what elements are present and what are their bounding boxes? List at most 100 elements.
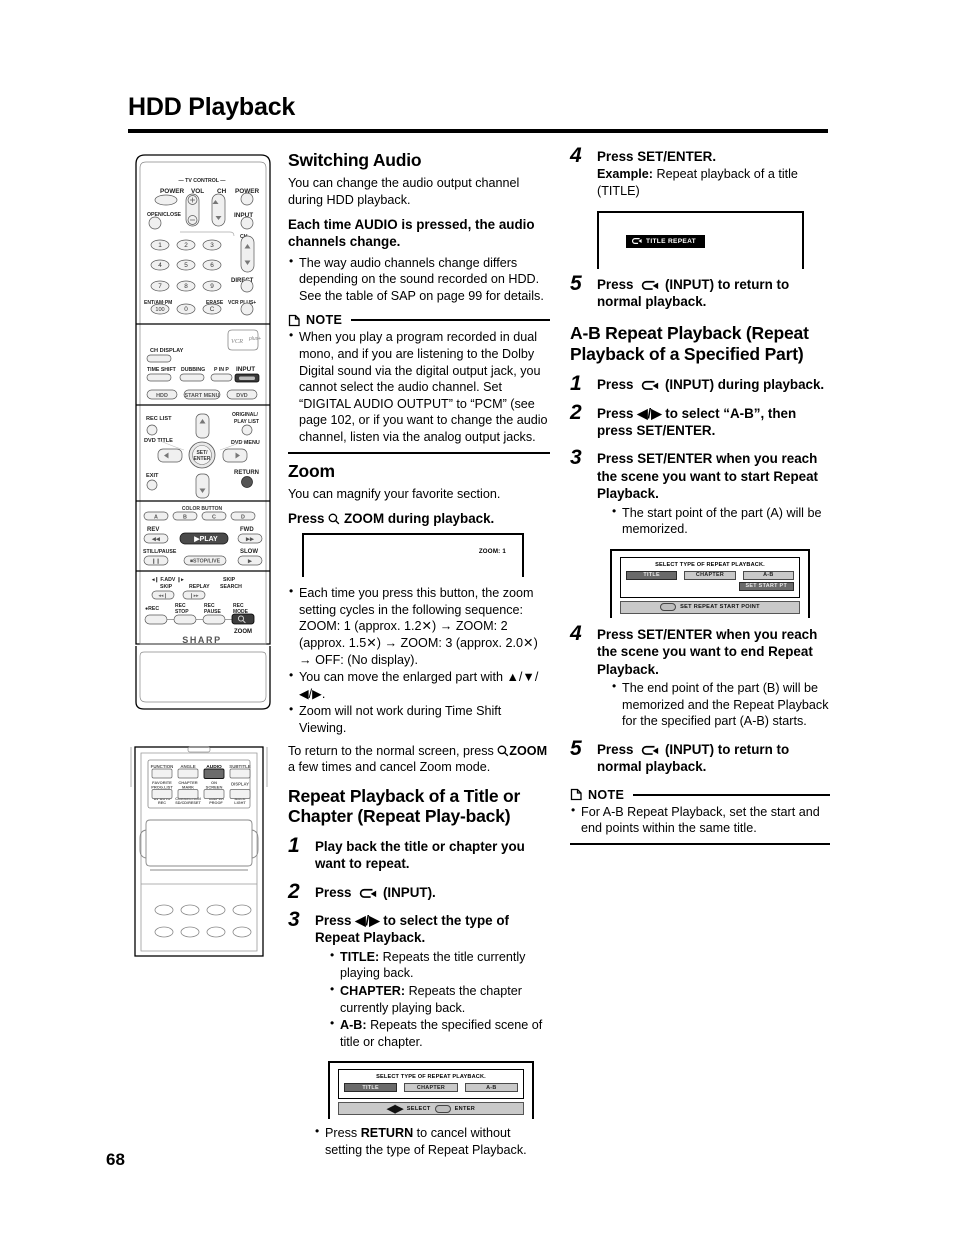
osd-button-title[interactable]: TITLE — [344, 1083, 398, 1093]
step-text-pre: Press — [597, 741, 638, 757]
step-number: 4 — [570, 621, 582, 645]
svg-text:B: B — [183, 515, 187, 521]
step-1: 1 Play back the title or chapter you wan… — [288, 834, 550, 873]
note-page-icon — [570, 789, 582, 801]
osd-button-row: TITLE CHAPTER A-B — [626, 570, 794, 580]
zoom-closing: To return to the normal screen, press ZO… — [288, 743, 550, 776]
svg-text:ORIGINAL/: ORIGINAL/ — [232, 412, 258, 418]
bullet-label: A-B: — [340, 1018, 367, 1033]
step-text: Play back the title or chapter you want … — [315, 838, 525, 872]
svg-text:DVD TITLE: DVD TITLE — [144, 438, 173, 444]
step-text-pre: Press — [597, 377, 638, 393]
closing-post: a few times and cancel Zoom mode. — [288, 760, 491, 775]
lead-pre: Each time — [288, 216, 355, 232]
note-rule — [351, 319, 550, 322]
note-header: NOTE — [570, 788, 830, 802]
closing-pre: Press — [325, 1126, 361, 1141]
osd-header: SELECT TYPE OF REPEAT PLAYBACK. — [655, 561, 765, 568]
bullet-text: Repeats the specified scene of title or … — [340, 1018, 543, 1049]
svg-text:POWER: POWER — [160, 188, 185, 195]
osd-button-chapter[interactable]: CHAPTER — [404, 1083, 458, 1093]
svg-text:START MENU: START MENU — [185, 393, 220, 399]
svg-text:— TV CONTROL —: — TV CONTROL — — [179, 178, 227, 184]
left-right-arrows-icon: ◀▶ — [386, 1103, 403, 1116]
osd-button-title[interactable]: TITLE — [626, 570, 678, 580]
svg-text:STOP: STOP — [175, 609, 189, 615]
svg-text:▶▶: ▶▶ — [245, 537, 255, 543]
input-icon — [641, 381, 659, 390]
lead-post: during playback. — [384, 510, 495, 526]
svg-text:7: 7 — [158, 283, 162, 290]
step-subtext: Example: Repeat playback of a title (TIT… — [597, 166, 830, 199]
svg-text:●REC: ●REC — [145, 606, 159, 612]
bullet-label: CHAPTER: — [340, 984, 406, 999]
audio-button-highlight — [203, 768, 225, 779]
svg-text:SLOW: SLOW — [240, 549, 258, 555]
note-rule — [633, 793, 830, 796]
title-divider — [128, 129, 828, 133]
osd-button-chapter[interactable]: CHAPTER — [684, 570, 736, 580]
svg-text:PROG.LIST: PROG.LIST — [151, 785, 173, 790]
list-item: Zoom will not work during Time Shift Vie… — [288, 702, 550, 736]
note-bullets: When you play a program recorded in dual… — [288, 328, 550, 445]
step-number: 4 — [570, 144, 582, 167]
step-number: 5 — [570, 271, 582, 295]
note-label: NOTE — [588, 787, 625, 802]
osd-button-ab[interactable]: A-B — [464, 1083, 518, 1093]
svg-text:1: 1 — [158, 242, 162, 249]
svg-text:REC: REC — [158, 801, 166, 805]
osd-button-ab[interactable]: A-B — [742, 570, 794, 580]
banner-text: TITLE REPEAT — [646, 237, 697, 245]
magnifier-icon — [497, 745, 509, 756]
enter-button-icon — [660, 603, 677, 612]
note-bottom-rule — [570, 842, 830, 845]
ab-repeat-heading: A-B Repeat Playback (Repeat Playback of … — [570, 323, 809, 364]
osd-footer-bar: SET REPEAT START POINT — [620, 600, 800, 614]
osd-button-set-start-pt[interactable]: SET START PT — [738, 581, 794, 591]
note-label: NOTE — [306, 313, 343, 328]
svg-text:SKIP: SKIP — [223, 577, 236, 583]
list-item: For A-B Repeat Playback, set the start a… — [570, 803, 830, 837]
step-text: Press (INPUT) during playback. — [597, 376, 830, 393]
svg-text:❙▸▸: ❙▸▸ — [189, 593, 199, 599]
svg-text:SD/CD/RESET: SD/CD/RESET — [175, 801, 201, 805]
osd-footer-text: SET REPEAT START POINT — [680, 604, 760, 611]
list-item: A-B: Repeats the specified scene of titl… — [329, 1016, 550, 1050]
bullet-label: TITLE: — [340, 949, 380, 964]
title-repeat-banner: TITLE REPEAT — [626, 234, 706, 248]
svg-text:■STOP/LIVE: ■STOP/LIVE — [190, 559, 221, 565]
return-keyword: RETURN — [360, 1126, 414, 1141]
svg-text:plus+: plus+ — [248, 336, 261, 342]
svg-text:REV: REV — [147, 527, 159, 533]
content-column-1: Switching Audio You can change the audio… — [288, 150, 550, 1165]
svg-text:REPLAY: REPLAY — [189, 584, 210, 590]
repeat-loop-icon — [632, 238, 642, 245]
zoom-lead: Press ZOOM during playback. — [288, 510, 550, 527]
input-icon — [641, 745, 659, 755]
list-item: Press RETURN to cancel without setting t… — [314, 1124, 550, 1158]
step-text: Press (INPUT) to return to normal playba… — [597, 741, 830, 776]
step-text-post: (INPUT). — [379, 884, 436, 900]
osd-footer-enter: ENTER — [454, 1105, 476, 1112]
ab-step-1: 1 Press (INPUT) during playback. — [570, 372, 830, 395]
osd-footer-select: SELECT — [406, 1105, 431, 1112]
list-item: The start point of the part (A) will be … — [611, 504, 830, 538]
step-text: Press SET/ENTER when you reach the scene… — [597, 626, 818, 677]
magnifier-icon — [328, 513, 340, 525]
svg-text:◂❙ F.ADV ❙▸: ◂❙ F.ADV ❙▸ — [151, 577, 184, 583]
closing-pre: To return to the normal screen, press — [288, 743, 498, 758]
svg-text:STILL/PAUSE: STILL/PAUSE — [143, 549, 177, 555]
svg-text:▶PLAY: ▶PLAY — [193, 536, 218, 543]
lead-pre: Press — [288, 510, 329, 526]
step-4-top: 4 Press SET/ENTER. Example: Repeat playb… — [570, 144, 830, 200]
osd-panel: SELECT TYPE OF REPEAT PLAYBACK. TITLE CH… — [620, 556, 800, 598]
tv-screen-zoom-display: ZOOM: 1 — [302, 533, 524, 578]
example-label: Example: — [597, 167, 653, 182]
svg-text:TIME SHIFT: TIME SHIFT — [147, 367, 177, 373]
osd-header: SELECT TYPE OF REPEAT PLAYBACK. — [376, 1074, 486, 1081]
svg-text:ENTER: ENTER — [194, 456, 211, 462]
svg-text:D: D — [241, 515, 245, 521]
osd-panel: SELECT TYPE OF REPEAT PLAYBACK. TITLE CH… — [338, 1069, 524, 1100]
list-item: You can move the enlarged part with ▲/▼/… — [288, 668, 550, 702]
step-number: 2 — [570, 400, 582, 424]
